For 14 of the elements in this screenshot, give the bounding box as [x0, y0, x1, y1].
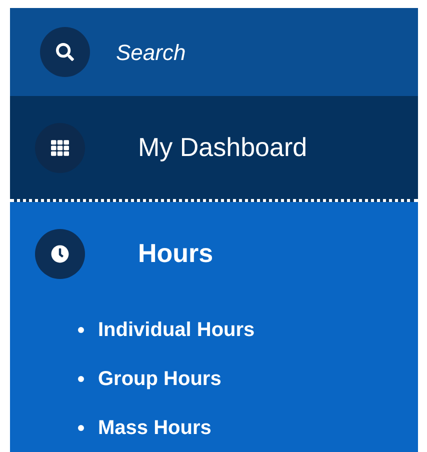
nav-label: Hours — [138, 237, 214, 270]
nav-item[interactable]: Hours — [10, 202, 418, 305]
submenu-link[interactable]: Group Hours — [98, 364, 222, 394]
bullet-icon — [78, 376, 84, 382]
grid-icon — [35, 122, 85, 172]
submenu-link[interactable]: Mass Hours — [98, 413, 212, 443]
bullet-icon — [78, 425, 84, 431]
search-bar[interactable]: Search — [10, 8, 418, 96]
search-icon — [40, 27, 90, 77]
search-field[interactable]: Search — [116, 36, 366, 68]
nav-label: My Dashboard — [138, 131, 308, 164]
clock-icon — [35, 228, 85, 278]
submenu-link[interactable]: Individual Hours — [98, 315, 255, 345]
bullet-icon — [78, 327, 84, 333]
